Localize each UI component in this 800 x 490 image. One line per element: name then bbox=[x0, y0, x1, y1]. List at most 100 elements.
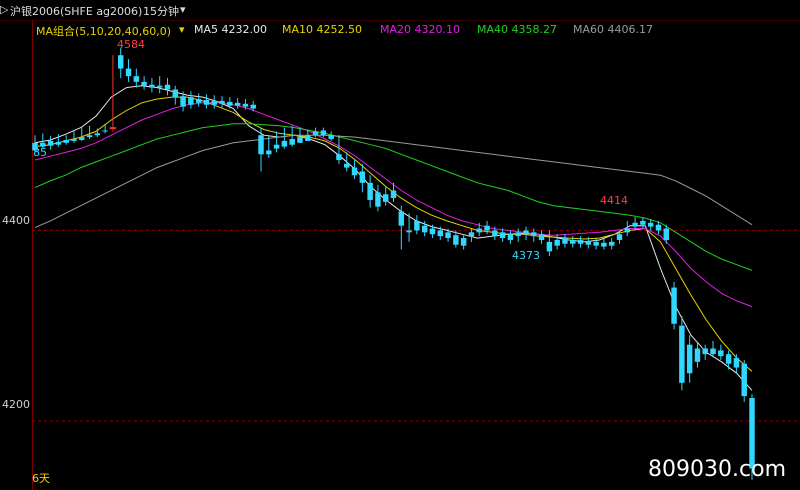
candle-body bbox=[382, 194, 389, 202]
candle-body bbox=[601, 242, 607, 247]
candle-body bbox=[531, 232, 537, 237]
candle-body bbox=[741, 363, 747, 397]
candle-body bbox=[414, 220, 420, 231]
candle-body bbox=[312, 131, 319, 136]
candle-body bbox=[577, 239, 584, 244]
candle-body bbox=[375, 192, 381, 207]
candle-body bbox=[710, 348, 716, 355]
candle-body bbox=[203, 99, 210, 105]
low-annotation-4373: 4373 bbox=[512, 249, 540, 262]
candle-body bbox=[266, 150, 272, 155]
candle-body bbox=[453, 235, 459, 245]
candle-body bbox=[141, 81, 147, 86]
candle-body bbox=[632, 222, 638, 227]
ma10-line bbox=[34, 96, 753, 372]
candle-body bbox=[86, 135, 93, 138]
candle-body bbox=[133, 76, 140, 82]
candle-body bbox=[655, 224, 662, 231]
candle-body bbox=[476, 228, 482, 233]
candle-body bbox=[195, 99, 202, 103]
y-tick-4400: 4400 bbox=[2, 214, 30, 227]
candle-body bbox=[94, 133, 101, 136]
candle-body bbox=[538, 234, 545, 240]
candle-body bbox=[258, 135, 264, 155]
days-label: 6天 bbox=[32, 472, 50, 485]
candle-body bbox=[273, 144, 280, 149]
candle-body bbox=[679, 325, 685, 383]
candle-body bbox=[445, 232, 451, 239]
candle-body bbox=[47, 140, 54, 146]
candle-body bbox=[718, 350, 724, 357]
candle-body bbox=[437, 230, 443, 237]
candle-body bbox=[344, 163, 350, 168]
candle-body bbox=[593, 241, 599, 246]
candle-body bbox=[398, 211, 405, 226]
y-tick-4200: 4200 bbox=[2, 398, 30, 411]
candle-body bbox=[468, 232, 475, 237]
candle-body bbox=[156, 85, 163, 88]
candle-body bbox=[250, 104, 256, 109]
candle-body bbox=[118, 55, 124, 69]
candle-body bbox=[63, 139, 69, 143]
candle-body bbox=[305, 135, 311, 141]
candle-body bbox=[702, 348, 708, 355]
candle-body bbox=[421, 225, 428, 233]
candle-body bbox=[515, 232, 521, 237]
left-annotation: 85 bbox=[33, 146, 47, 159]
candle-body bbox=[125, 68, 132, 77]
candle-body bbox=[562, 238, 568, 244]
candlestick-plot bbox=[32, 47, 800, 480]
high-annotation-4414: 4414 bbox=[600, 194, 628, 207]
ma5-line bbox=[34, 85, 753, 391]
candle-body bbox=[640, 220, 646, 225]
candle-body bbox=[647, 222, 654, 227]
candle-body bbox=[164, 84, 171, 90]
candle-body bbox=[367, 182, 373, 200]
candle-body bbox=[172, 89, 179, 98]
candle-body bbox=[149, 84, 155, 88]
candle-body bbox=[585, 240, 592, 245]
candle-body bbox=[484, 225, 490, 231]
candle-body bbox=[297, 137, 303, 143]
candle-body bbox=[523, 230, 529, 235]
candle-body bbox=[180, 96, 186, 107]
candle-body bbox=[242, 103, 249, 107]
candle-body bbox=[507, 234, 514, 240]
candle-body bbox=[624, 228, 631, 233]
watermark: 809030.com bbox=[648, 457, 786, 482]
high-annotation-4584: 4584 bbox=[117, 38, 145, 51]
candle-body bbox=[234, 102, 241, 106]
candle-body bbox=[499, 232, 506, 239]
candle-body bbox=[663, 228, 669, 240]
candle-body bbox=[351, 167, 358, 176]
candle-body bbox=[725, 354, 732, 364]
candle-body bbox=[546, 241, 553, 252]
candle-body bbox=[492, 230, 498, 237]
candle-body bbox=[390, 190, 397, 199]
candle-body bbox=[227, 101, 233, 106]
candle-body bbox=[219, 100, 225, 104]
candle-body bbox=[102, 130, 108, 132]
ma60-line bbox=[34, 134, 753, 229]
candle-body bbox=[320, 130, 327, 136]
ma20-line bbox=[34, 102, 753, 308]
candle-body bbox=[429, 228, 436, 235]
candle-body bbox=[570, 239, 576, 244]
candle-body bbox=[79, 137, 85, 140]
candle-body bbox=[406, 230, 412, 233]
candle-body bbox=[71, 139, 77, 141]
chart-window: { "header": { "symbol": "沪银2006(SHFE ag2… bbox=[0, 0, 800, 490]
candle-body bbox=[686, 344, 693, 374]
candle-body bbox=[328, 135, 334, 140]
candle-body bbox=[336, 154, 342, 160]
candle-body bbox=[671, 287, 677, 324]
candle-body bbox=[188, 97, 194, 105]
candle-body bbox=[616, 234, 623, 240]
candle-body bbox=[281, 140, 288, 147]
candle-body bbox=[733, 358, 740, 368]
candle-body bbox=[289, 139, 295, 145]
candle-body bbox=[109, 127, 117, 130]
candle-body bbox=[460, 238, 467, 246]
candle-body bbox=[554, 239, 560, 246]
candle-body bbox=[55, 141, 62, 145]
